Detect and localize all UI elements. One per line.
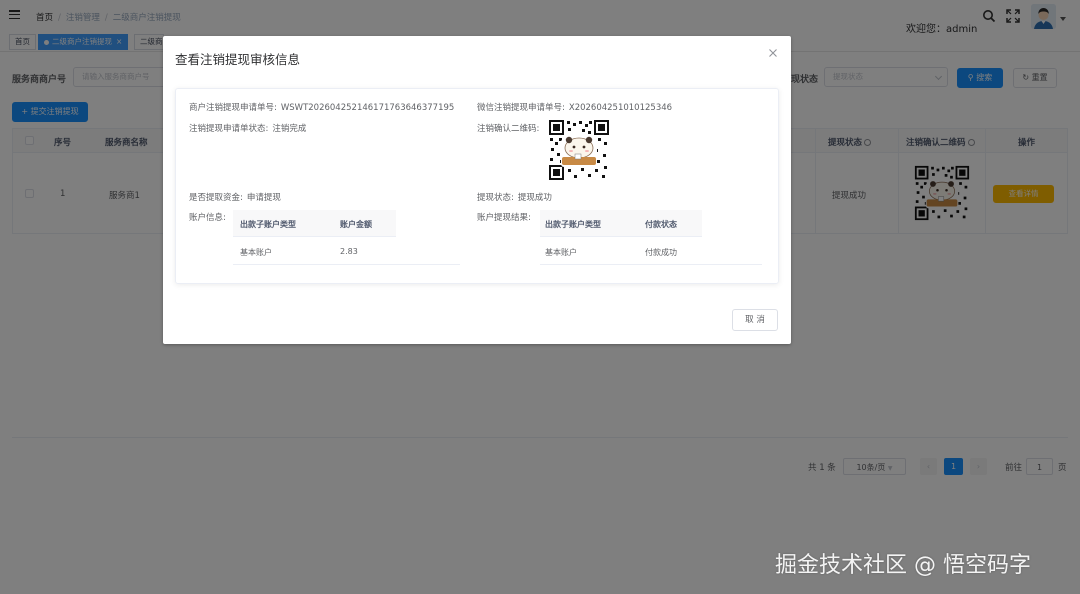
wx-no-value: X202604251010125346 (568, 103, 673, 113)
apply-no-row: 商户注销提现申请单号: WSWT2026042521461717636463771… (189, 103, 455, 113)
account-info-label: 账户信息: (189, 213, 226, 223)
result-col-type: 出款子账户类型 (545, 220, 601, 229)
account-row-type: 基本账户 (240, 248, 272, 257)
watermark-text: 掘金技术社区 @ 悟空码字 (775, 553, 1031, 578)
dialog-title: 查看注销提现审核信息 (175, 52, 301, 67)
apply-status-value: 注销完成 (272, 124, 307, 134)
withdraw-funds-value: 申请提现 (246, 193, 281, 203)
account-col-type: 出款子账户类型 (240, 220, 296, 229)
result-table: 出款子账户类型 付款状态 基本账户 付款成功 (540, 210, 762, 265)
result-row-status: 付款成功 (645, 248, 677, 257)
close-icon[interactable] (767, 47, 779, 59)
account-row-amount: 2.83 (340, 247, 358, 256)
account-col-amount: 账户金额 (340, 220, 372, 229)
qr-label: 注销确认二维码: (477, 124, 540, 134)
apply-status-row: 注销提现申请单状态: 注销完成 (189, 124, 307, 134)
result-row-type: 基本账户 (545, 248, 577, 257)
wx-no-row: 微信注销提现申请单号: X202604251010125346 (477, 103, 673, 113)
cancel-button[interactable]: 取 消 (732, 309, 778, 331)
result-label: 账户提现结果: (477, 213, 531, 223)
withdraw-audit-dialog: 查看注销提现审核信息 商户注销提现申请单号: WSWT20260425214617… (163, 36, 791, 344)
account-info-table: 出款子账户类型 账户金额 基本账户 2.83 (233, 210, 460, 265)
withdraw-status-value: 提现成功 (517, 193, 552, 203)
result-col-status: 付款状态 (645, 220, 677, 229)
withdraw-funds-row: 是否提取资金: 申请提现 (189, 193, 281, 203)
apply-no-value: WSWT202604252146171763646377195 (280, 103, 455, 113)
detail-card: 商户注销提现申请单号: WSWT2026042521461717636463771… (175, 88, 779, 284)
withdraw-status-row: 提现状态: 提现成功 (477, 193, 552, 203)
cancel-confirm-qr-image (548, 119, 610, 181)
